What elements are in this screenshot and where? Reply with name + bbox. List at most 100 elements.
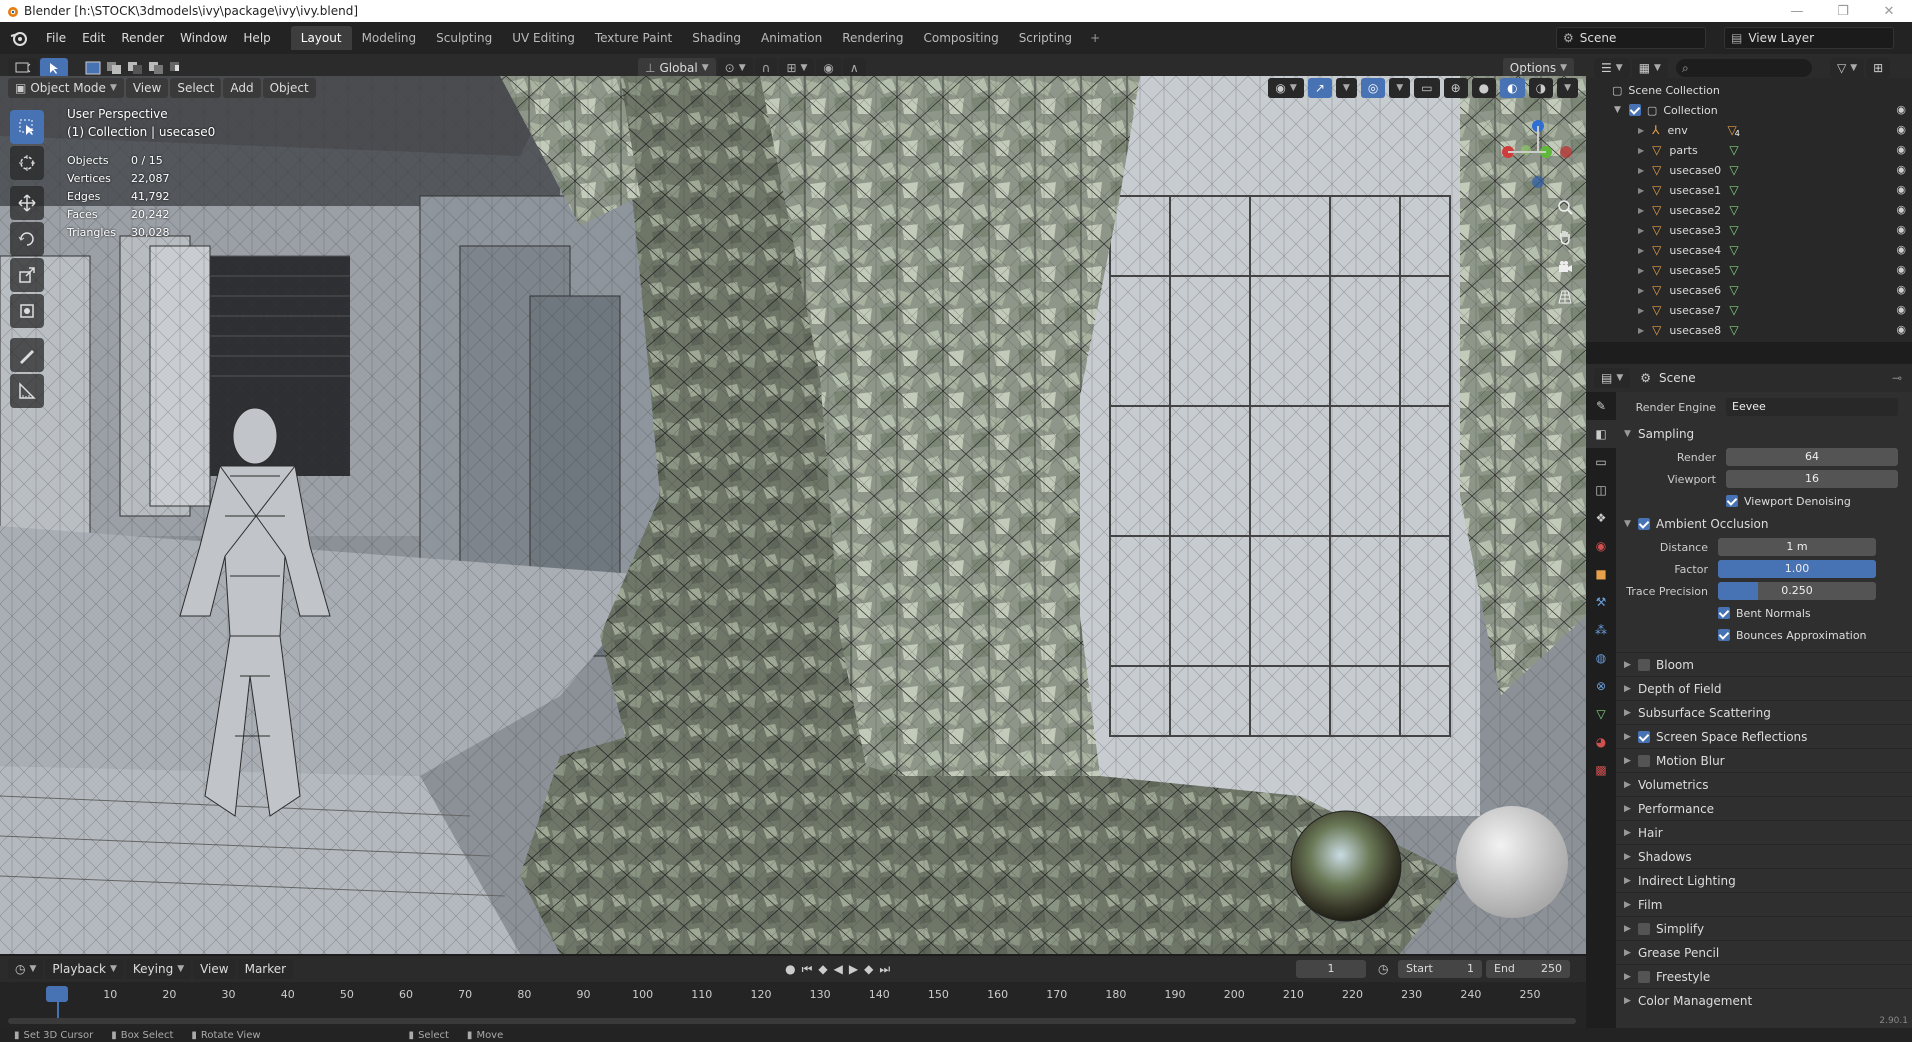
timeline-scrollbar[interactable] [8,1018,1576,1024]
expand-arrow-icon[interactable]: ▶ [1638,226,1644,235]
screen-space-reflections-checkbox[interactable] [1638,730,1650,743]
expand-arrow-icon[interactable]: ▶ [1638,326,1644,335]
menu-window[interactable]: Window [172,22,235,54]
menu-help[interactable]: Help [235,22,278,54]
bent-normals-row[interactable]: Bent Normals [1616,602,1912,624]
freestyle-panel-header[interactable]: ▶ Freestyle [1616,964,1912,988]
tab-texture-paint[interactable]: Texture Paint [585,26,682,50]
record-icon[interactable]: ● [785,962,795,976]
simplify-panel-header[interactable]: ▶ Simplify [1616,916,1912,940]
tab-sculpting[interactable]: Sculpting [426,26,502,50]
minimize-button[interactable]: — [1774,4,1820,19]
menu-edit[interactable]: Edit [74,22,113,54]
menu-render[interactable]: Render [113,22,172,54]
outliner-row-usecase8[interactable]: ▶ ▽ usecase8 ▽ ◉ [1586,320,1912,340]
tab-scene[interactable]: ❖ [1586,504,1616,532]
restore-button[interactable]: ❐ [1820,4,1866,19]
3d-viewport[interactable]: ▣ Object Mode ▼ View Select Add Object ◉… [0,76,1586,954]
volumetrics-panel-header[interactable]: ▶ Volumetrics [1616,772,1912,796]
viewport-menu-select[interactable]: Select [170,78,222,98]
proportional-edit-toggle[interactable]: ◉ [816,58,841,78]
select-box-tool[interactable] [10,110,44,144]
tab-layout[interactable]: Layout [290,26,352,50]
expand-arrow-icon[interactable]: ▶ [1638,306,1644,315]
timeline-menu-marker[interactable]: Marker [237,959,294,979]
camera-view-button[interactable] [1552,254,1578,280]
filter-dropdown[interactable]: ▽ ▼ [1829,58,1865,78]
performance-panel-header[interactable]: ▶ Performance [1616,796,1912,820]
outliner-row-usecase4[interactable]: ▶ ▽ usecase4 ▽ ◉ [1586,240,1912,260]
editor-type-button[interactable] [8,58,38,78]
bloom-panel-header[interactable]: ▶ Bloom [1616,652,1912,676]
tab-tool[interactable]: ✎ [1586,392,1616,420]
xray-toggle[interactable]: ▭ [1414,78,1440,98]
tab-material[interactable]: ◕ [1586,728,1616,756]
add-workspace-button[interactable]: + [1082,31,1108,45]
play-reverse-icon[interactable]: ◀ [834,962,843,976]
indirect-lighting-panel-header[interactable]: ▶ Indirect Lighting [1616,868,1912,892]
shadows-panel-header[interactable]: ▶ Shadows [1616,844,1912,868]
mesh-data-icon[interactable]: ▽ [1729,163,1738,177]
render-samples-field[interactable]: 64 [1726,448,1898,466]
active-tool-icon[interactable] [40,58,68,78]
play-icon[interactable]: ▶ [849,962,858,976]
scale-tool[interactable] [10,258,44,292]
overlays-dropdown[interactable]: ▼ [1389,78,1411,98]
timeline-area[interactable]: 1102030405060708090100110120130140150160… [0,982,1586,1028]
tab-rendering[interactable]: Rendering [832,26,913,50]
viewport-menu-object[interactable]: Object [262,78,316,98]
timeline-menu-view[interactable]: View [193,959,236,979]
annotate-tool[interactable] [10,338,44,372]
navigation-gizmo[interactable] [1496,110,1576,200]
start-frame-field[interactable]: Start 1 [1398,960,1482,978]
pivot-point-dropdown[interactable]: ⊙ ▼ [717,58,753,78]
expand-arrow-icon[interactable]: ▶ [1638,186,1644,195]
outliner-row-scene-collection[interactable]: ▢ Scene Collection [1586,80,1912,100]
hair-panel-header[interactable]: ▶ Hair [1616,820,1912,844]
tab-view-layer[interactable]: ◫ [1586,476,1616,504]
move-tool[interactable] [10,186,44,220]
select-intersect-icon[interactable] [168,60,186,76]
viewport-menu-add[interactable]: Add [223,78,261,98]
shading-solid[interactable]: ● [1471,78,1497,98]
mesh-data-icon[interactable]: ▽ [1729,243,1738,257]
freestyle-checkbox[interactable] [1638,970,1650,983]
viewport-menu-view[interactable]: View [125,78,169,98]
eye-icon[interactable]: ◉ [1896,283,1906,296]
perspective-toggle-button[interactable] [1552,284,1578,310]
eye-icon[interactable]: ◉ [1896,143,1906,156]
tab-modifiers[interactable]: ⚒ [1586,588,1616,616]
mesh-data-icon[interactable]: ▽ [1729,183,1738,197]
current-frame-field[interactable]: 1 [1296,960,1366,978]
render-engine-dropdown[interactable]: Eevee [1726,398,1898,416]
bounces-approximation-checkbox[interactable] [1718,629,1730,641]
tab-scripting[interactable]: Scripting [1009,26,1082,50]
mesh-data-icon[interactable]: ▽ [1729,303,1738,317]
tab-shading[interactable]: Shading [682,26,751,50]
gizmo-dropdown[interactable]: ▼ [1335,78,1357,98]
blender-logo-icon[interactable] [8,27,30,49]
eye-icon[interactable]: ◉ [1896,223,1906,236]
tab-compositing[interactable]: Compositing [913,26,1008,50]
ao-distance-field[interactable]: 1 m [1718,538,1876,556]
tab-world[interactable]: ◉ [1586,532,1616,560]
close-button[interactable]: ✕ [1866,4,1912,19]
mesh-data-icon[interactable]: ▽ [1729,203,1738,217]
outliner-row-usecase6[interactable]: ▶ ▽ usecase6 ▽ ◉ [1586,280,1912,300]
transform-orientation-dropdown[interactable]: ⊥ Global ▼ [638,58,716,78]
mesh-data-icon[interactable]: ▽ [1729,223,1738,237]
grease-pencil-panel-header[interactable]: ▶ Grease Pencil [1616,940,1912,964]
outliner-row-usecase1[interactable]: ▶ ▽ usecase1 ▽ ◉ [1586,180,1912,200]
view-layer-selector[interactable]: ▤ View Layer [1724,27,1894,49]
pin-icon[interactable]: ⊸ [1892,371,1902,385]
next-keyframe-icon[interactable]: ◆ [864,962,873,976]
eye-icon[interactable]: ◉ [1896,323,1906,336]
tab-animation[interactable]: Animation [751,26,832,50]
display-mode-dropdown[interactable]: ▦ ▼ [1631,58,1668,78]
outliner-row-env[interactable]: ▶ ⅄ env ▽ 4 ◉ [1586,120,1912,140]
snap-target-dropdown[interactable]: ⊞ ▼ [779,58,815,78]
collection-exclude-checkbox[interactable] [1628,104,1641,116]
subsurface-scattering-panel-header[interactable]: ▶ Subsurface Scattering [1616,700,1912,724]
cursor-tool[interactable] [10,146,44,180]
outliner-row-collection[interactable]: ▼ ▢ Collection ◉ [1586,100,1912,120]
